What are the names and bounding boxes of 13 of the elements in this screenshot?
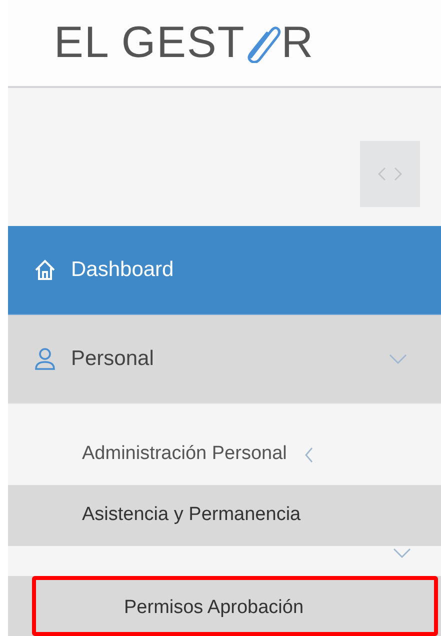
menu-item[interactable]: Dashboard [8, 226, 441, 315]
user-icon [34, 347, 56, 371]
menu-item[interactable]: Personal [8, 315, 441, 404]
chevron-down-icon [389, 354, 407, 364]
submenu-item[interactable]: Asistencia y Permanencia [8, 485, 441, 546]
home-icon [34, 259, 56, 281]
app-logo: EL GEST R [54, 21, 314, 66]
submenu-item[interactable]: Permisos Aprobación [32, 576, 438, 636]
chevron-left-icon [304, 446, 313, 462]
chevron-down-icon [393, 548, 411, 558]
submenu-item[interactable]: Administración Personal [8, 424, 441, 485]
code-icon [377, 166, 403, 182]
sidebar-toggle-button[interactable] [360, 141, 420, 208]
